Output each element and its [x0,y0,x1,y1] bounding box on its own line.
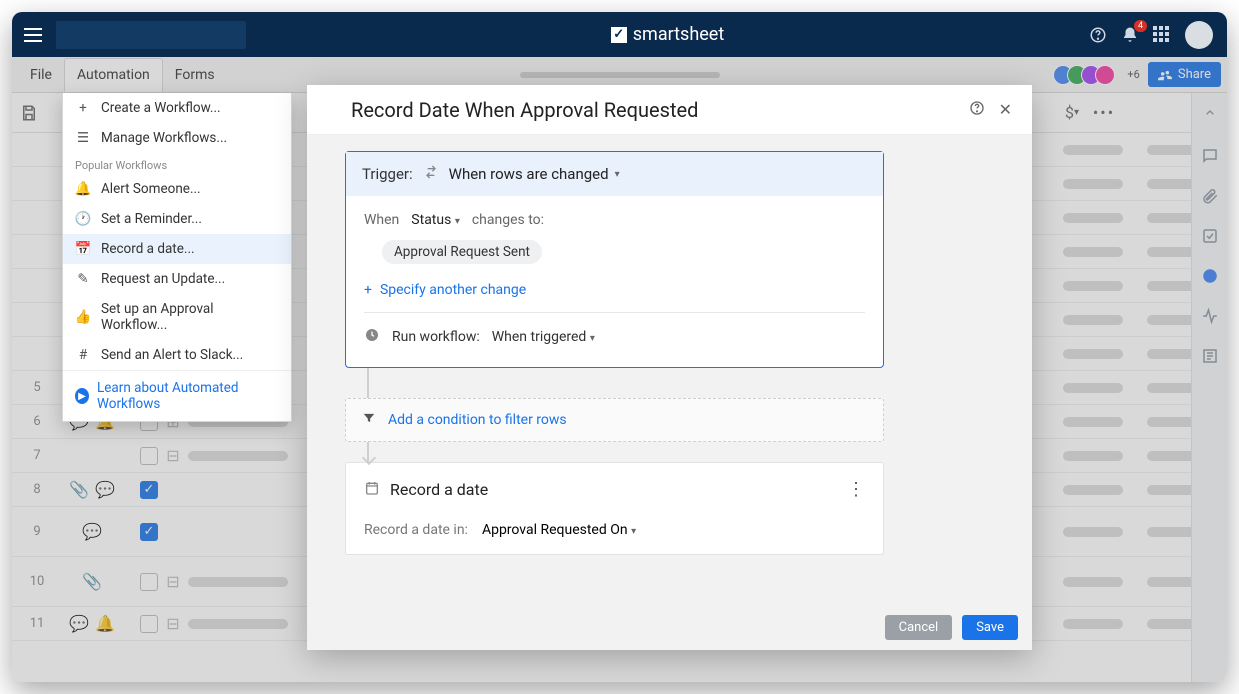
swap-icon [423,164,439,184]
save-button[interactable]: Save [962,615,1018,640]
action-title: Record a date [390,480,488,499]
modal-footer: Cancel Save [307,604,1032,650]
trigger-value-chip[interactable]: Approval Request Sent [382,240,542,264]
add-condition-button[interactable]: Add a condition to filter rows [345,398,884,442]
when-label: When [364,212,399,228]
action-column-select[interactable]: Approval Requested On ▾ [482,522,636,538]
chevron-down-icon: ▾ [631,526,636,537]
chevron-down-icon: ▾ [455,216,460,227]
app-window: smartsheet 4 File Automation Forms +6 [12,12,1227,682]
dd-alert-someone[interactable]: 🔔Alert Someone... [63,174,291,204]
notification-count: 4 [1134,20,1147,32]
action-field-label: Record a date in: [364,522,468,538]
flow-connector [367,368,369,398]
notifications-icon[interactable]: 4 [1121,26,1139,44]
dd-manage-workflows[interactable]: ☰Manage Workflows... [63,123,291,153]
dd-create-workflow[interactable]: +Create a Workflow... [63,93,291,123]
dd-approval-workflow[interactable]: 👍Set up an Approval Workflow... [63,294,291,340]
flow-connector [367,442,369,462]
topbar: smartsheet 4 [12,12,1227,57]
chevron-down-icon: ▾ [615,169,620,180]
automation-dropdown: +Create a Workflow... ☰Manage Workflows.… [62,93,292,422]
modal-help-icon[interactable] [969,100,985,120]
help-icon[interactable] [1089,26,1107,44]
clock-icon [364,327,380,347]
plus-icon: + [364,282,372,298]
workflow-modal: Record Date When Approval Requested ✕ Tr… [307,85,1032,650]
run-workflow-label: Run workflow: [392,329,480,345]
modal-body: Trigger: When rows are changed▾ When Sta… [307,135,1032,604]
play-icon: ▶ [75,388,89,404]
clock-icon: 🕐 [75,211,91,227]
calendar-icon [364,480,380,500]
dd-request-update[interactable]: ✎Request an Update... [63,264,291,294]
search-input[interactable] [56,21,246,49]
plus-icon: + [75,100,91,116]
chevron-down-icon: ▾ [590,333,595,344]
modal-header: Record Date When Approval Requested ✕ [307,85,1032,135]
bell-icon: 🔔 [75,181,91,197]
dd-learn-link[interactable]: ▶Learn about Automated Workflows [63,371,291,421]
slack-icon: # [75,347,91,363]
cancel-button[interactable]: Cancel [885,615,953,640]
brand: smartsheet [246,24,1089,45]
dd-set-reminder[interactable]: 🕐Set a Reminder... [63,204,291,234]
update-icon: ✎ [75,271,91,287]
brand-logo-icon [611,27,627,43]
user-avatar[interactable] [1185,21,1213,49]
trigger-field-select[interactable]: Status ▾ [411,212,460,228]
add-change-link[interactable]: + Specify another change [364,278,865,312]
trigger-block: Trigger: When rows are changed▾ When Sta… [345,151,884,368]
dd-record-date[interactable]: 📅Record a date... [63,234,291,264]
trigger-label: Trigger: [362,165,413,183]
dd-section-label: Popular Workflows [63,153,291,174]
action-block: Record a date ⋮ Record a date in: Approv… [345,462,884,555]
modal-close-icon[interactable]: ✕ [999,100,1012,120]
action-menu-icon[interactable]: ⋮ [847,479,865,500]
modal-title: Record Date When Approval Requested [351,98,698,122]
dd-slack-alert[interactable]: #Send an Alert to Slack... [63,340,291,370]
hamburger-menu-icon[interactable] [20,22,46,48]
calendar-icon: 📅 [75,241,91,257]
apps-grid-icon[interactable] [1153,26,1171,44]
run-workflow-select[interactable]: When triggered ▾ [492,329,595,345]
filter-icon [362,411,376,429]
manage-icon: ☰ [75,130,91,146]
brand-name: smartsheet [633,24,724,45]
thumbs-up-icon: 👍 [75,309,91,325]
trigger-type-select[interactable]: When rows are changed▾ [449,165,620,183]
changes-to-label: changes to: [472,212,544,228]
